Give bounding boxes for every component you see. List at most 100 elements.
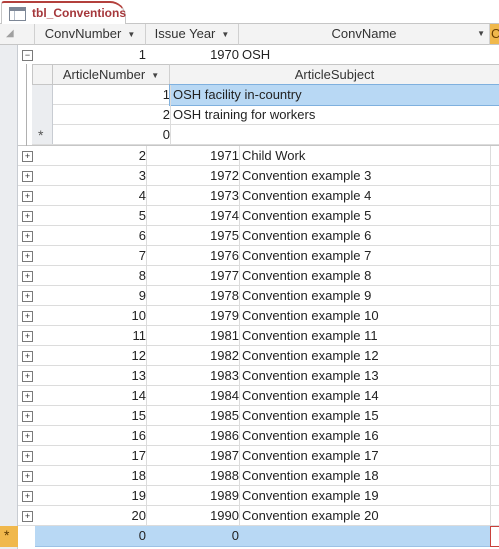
expand-icon[interactable]: + bbox=[22, 511, 33, 522]
cell-convnumber[interactable]: 11 bbox=[35, 326, 150, 346]
column-header-extra[interactable]: C bbox=[490, 24, 499, 45]
cell-convname[interactable]: Convention example 3 bbox=[239, 166, 493, 186]
cell-convname[interactable]: Convention example 10 bbox=[239, 306, 493, 326]
cell-issue-year[interactable]: 1974 bbox=[146, 206, 243, 226]
table-row[interactable]: +14 1984 Convention example 14 bbox=[18, 386, 499, 406]
cell-convname[interactable]: Convention example 8 bbox=[239, 266, 493, 286]
cell-issue-year[interactable]: 0 bbox=[146, 526, 243, 546]
expand-icon[interactable]: + bbox=[22, 231, 33, 242]
expand-icon[interactable]: + bbox=[22, 251, 33, 262]
cell-convnumber[interactable]: 4 bbox=[35, 186, 150, 206]
cell-convname[interactable]: Convention example 14 bbox=[239, 386, 493, 406]
table-row[interactable]: +17 1987 Convention example 17 bbox=[18, 446, 499, 466]
table-row[interactable]: +19 1989 Convention example 19 bbox=[18, 486, 499, 506]
table-row[interactable]: +9 1978 Convention example 9 bbox=[18, 286, 499, 306]
expand-icon[interactable]: + bbox=[22, 431, 33, 442]
cell-convnumber[interactable]: 14 bbox=[35, 386, 150, 406]
cell-issue-year[interactable]: 1990 bbox=[146, 506, 243, 526]
cell-articlenumber[interactable]: 0 bbox=[53, 125, 174, 145]
select-all-corner[interactable]: ◢ bbox=[0, 24, 35, 45]
cell-convname[interactable]: Convention example 18 bbox=[239, 466, 493, 486]
column-header-convname[interactable]: ConvName ▼ bbox=[239, 24, 490, 45]
expand-icon[interactable]: + bbox=[22, 451, 33, 462]
cell-convname[interactable]: Convention example 5 bbox=[239, 206, 493, 226]
cell-convnumber[interactable]: 19 bbox=[35, 486, 150, 506]
table-row[interactable]: +8 1977 Convention example 8 bbox=[18, 266, 499, 286]
expand-icon[interactable]: + bbox=[22, 471, 33, 482]
cell-convname[interactable]: Convention example 17 bbox=[239, 446, 493, 466]
cell-issue-year[interactable]: 1988 bbox=[146, 466, 243, 486]
cell-articlenumber[interactable]: 1 bbox=[53, 85, 174, 105]
cell-issue-year[interactable]: 1983 bbox=[146, 366, 243, 386]
cell-issue-year[interactable]: 1973 bbox=[146, 186, 243, 206]
table-row[interactable]: +4 1973 Convention example 4 bbox=[18, 186, 499, 206]
cell-issue-year[interactable]: 1971 bbox=[146, 146, 243, 166]
cell-convnumber[interactable]: 7 bbox=[35, 246, 150, 266]
cell-issue-year[interactable]: 1981 bbox=[146, 326, 243, 346]
cell-convnumber[interactable]: 8 bbox=[35, 266, 150, 286]
cell-issue-year[interactable]: 1987 bbox=[146, 446, 243, 466]
cell-convname[interactable]: Convention example 20 bbox=[239, 506, 493, 526]
dropdown-arrow-icon[interactable]: ▼ bbox=[221, 25, 229, 44]
expand-icon[interactable]: + bbox=[22, 151, 33, 162]
cell-convname[interactable]: Convention example 12 bbox=[239, 346, 493, 366]
cell-convnumber[interactable]: 15 bbox=[35, 406, 150, 426]
cell-convnumber[interactable]: 3 bbox=[35, 166, 150, 186]
cell-issue-year[interactable]: 1977 bbox=[146, 266, 243, 286]
cell-convnumber[interactable]: 12 bbox=[35, 346, 150, 366]
expand-icon[interactable]: + bbox=[22, 271, 33, 282]
cell-issue-year[interactable]: 1989 bbox=[146, 486, 243, 506]
table-row[interactable]: +18 1988 Convention example 18 bbox=[18, 466, 499, 486]
expand-icon[interactable]: + bbox=[22, 211, 33, 222]
cell-issue-year[interactable]: 1979 bbox=[146, 306, 243, 326]
column-header-articlenumber[interactable]: ArticleNumber ▼ bbox=[53, 64, 170, 85]
collapse-icon[interactable]: − bbox=[22, 50, 33, 61]
cell-convname[interactable]: Convention example 9 bbox=[239, 286, 493, 306]
cell-issue-year[interactable]: 1970 bbox=[146, 45, 243, 65]
cell-convnumber[interactable]: 17 bbox=[35, 446, 150, 466]
table-row[interactable]: +5 1974 Convention example 5 bbox=[18, 206, 499, 226]
expand-icon[interactable]: + bbox=[22, 351, 33, 362]
cell-convnumber[interactable]: 6 bbox=[35, 226, 150, 246]
cell-issue-year[interactable]: 1976 bbox=[146, 246, 243, 266]
cell-convnumber[interactable]: 2 bbox=[35, 146, 150, 166]
cell-convname[interactable]: OSH bbox=[239, 45, 493, 65]
column-header-convnumber[interactable]: ConvNumber ▼ bbox=[35, 24, 146, 45]
table-row[interactable]: +7 1976 Convention example 7 bbox=[18, 246, 499, 266]
cell-convname[interactable]: Convention example 13 bbox=[239, 366, 493, 386]
expand-icon[interactable]: + bbox=[22, 491, 33, 502]
table-row[interactable]: +15 1985 Convention example 15 bbox=[18, 406, 499, 426]
column-header-articlesubject[interactable]: ArticleSubject bbox=[170, 64, 499, 85]
cell-convname[interactable]: Convention example 4 bbox=[239, 186, 493, 206]
cell-convname[interactable]: Child Work bbox=[239, 146, 493, 166]
table-row[interactable]: +3 1972 Convention example 3 bbox=[18, 166, 499, 186]
expand-icon[interactable]: + bbox=[22, 191, 33, 202]
table-row[interactable]: +12 1982 Convention example 12 bbox=[18, 346, 499, 366]
expand-icon[interactable]: + bbox=[22, 331, 33, 342]
subdatasheet-new-row[interactable]: * 0 bbox=[32, 125, 499, 145]
cell-convname[interactable]: Convention example 19 bbox=[239, 486, 493, 506]
subdatasheet-row[interactable]: 2 OSH training for workers bbox=[53, 105, 499, 125]
cell-issue-year[interactable]: 1985 bbox=[146, 406, 243, 426]
cell-issue-year[interactable]: 1984 bbox=[146, 386, 243, 406]
expand-icon[interactable]: + bbox=[22, 311, 33, 322]
cell-convnumber[interactable]: 5 bbox=[35, 206, 150, 226]
cell-convnumber[interactable]: 0 bbox=[35, 526, 150, 546]
expand-icon[interactable]: + bbox=[22, 291, 33, 302]
cell-convnumber[interactable]: 1 bbox=[35, 45, 150, 65]
document-tab[interactable]: tbl_Conventions bbox=[1, 1, 126, 24]
cell-convname[interactable]: Convention example 6 bbox=[239, 226, 493, 246]
new-record-cells[interactable]: 0 0 bbox=[35, 526, 490, 547]
subdatasheet-corner[interactable] bbox=[32, 64, 53, 85]
cell-issue-year[interactable]: 1982 bbox=[146, 346, 243, 366]
cell-convname[interactable]: Convention example 15 bbox=[239, 406, 493, 426]
subdatasheet-row[interactable]: 1 OSH facility in-country bbox=[53, 84, 499, 106]
table-row-expanded[interactable]: − 1 1970 OSH bbox=[18, 45, 499, 65]
dropdown-arrow-icon[interactable]: ▼ bbox=[127, 25, 135, 44]
cell-issue-year[interactable]: 1986 bbox=[146, 426, 243, 446]
cell-issue-year[interactable]: 1978 bbox=[146, 286, 243, 306]
cell-convname[interactable]: Convention example 11 bbox=[239, 326, 493, 346]
table-row[interactable]: +2 1971 Child Work bbox=[18, 146, 499, 166]
cell-convnumber[interactable]: 13 bbox=[35, 366, 150, 386]
expand-icon[interactable]: + bbox=[22, 171, 33, 182]
